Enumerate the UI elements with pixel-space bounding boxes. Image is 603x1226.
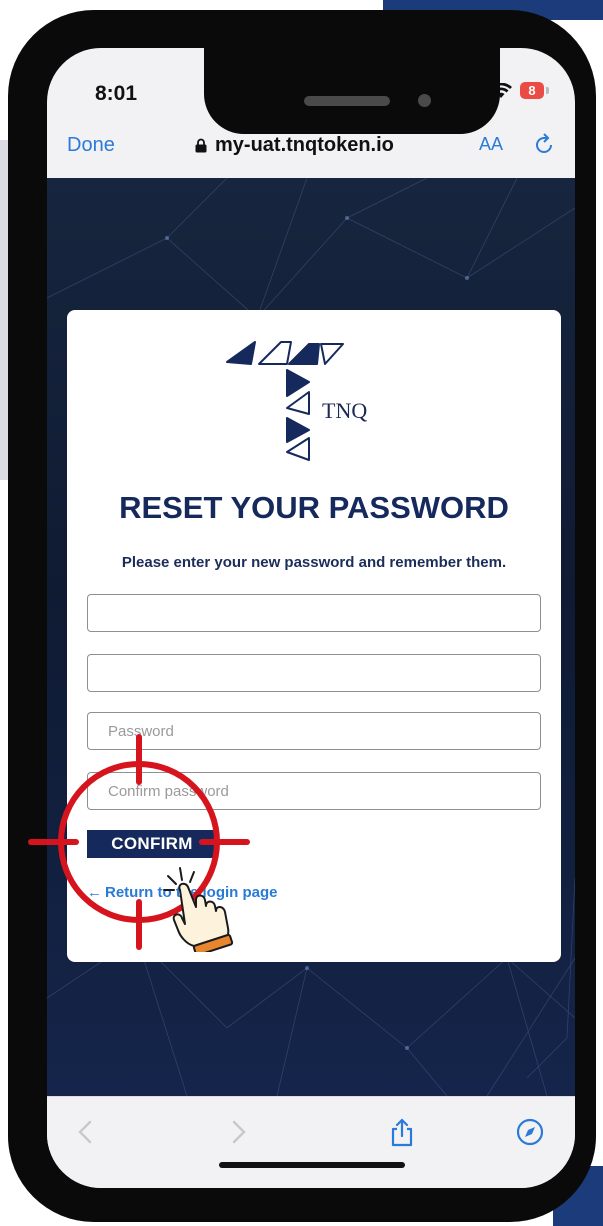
browser-navbar: Done my-uat.tnqtoken.io AA: [47, 128, 575, 178]
address-bar[interactable]: my-uat.tnqtoken.io: [195, 134, 394, 157]
web-content: TNQ RESET YOUR PASSWORD Please enter you…: [47, 178, 575, 1096]
text-size-button[interactable]: AA: [479, 134, 503, 155]
current-password-field[interactable]: [87, 594, 541, 632]
phone-screen: 8:01 8 Done my-uat.tnqtoken.io AA TNQ RE…: [47, 48, 575, 1188]
phone-frame: 8:01 8 Done my-uat.tnqtoken.io AA TNQ RE…: [8, 10, 596, 1222]
verification-code-field[interactable]: [87, 654, 541, 692]
speaker-grille: [304, 96, 390, 106]
chevron-left-icon[interactable]: [71, 1117, 101, 1147]
battery-level: 8: [528, 83, 536, 98]
share-icon[interactable]: [387, 1117, 417, 1147]
page-title: RESET YOUR PASSWORD: [119, 490, 509, 525]
phone-notch: [204, 48, 500, 134]
status-time: 8:01: [95, 82, 138, 105]
home-indicator: [219, 1162, 405, 1168]
tap-hand-icon: [163, 867, 234, 952]
compass-icon[interactable]: [515, 1117, 545, 1147]
tnq-logo: [226, 341, 344, 461]
front-camera: [418, 94, 431, 107]
chevron-right-icon[interactable]: [223, 1117, 253, 1147]
done-button[interactable]: Done: [67, 134, 115, 157]
battery-icon: 8: [520, 82, 544, 99]
battery-cap: [546, 87, 549, 94]
lock-icon: [195, 138, 207, 153]
reload-icon[interactable]: [531, 132, 557, 158]
url-text: my-uat.tnqtoken.io: [215, 134, 394, 156]
browser-toolbar: [47, 1096, 575, 1188]
page-subtitle: Please enter your new password and remem…: [121, 554, 507, 571]
logo-text: TNQ: [322, 398, 368, 423]
screenshot-stage: 8:01 8 Done my-uat.tnqtoken.io AA TNQ RE…: [0, 0, 603, 1226]
